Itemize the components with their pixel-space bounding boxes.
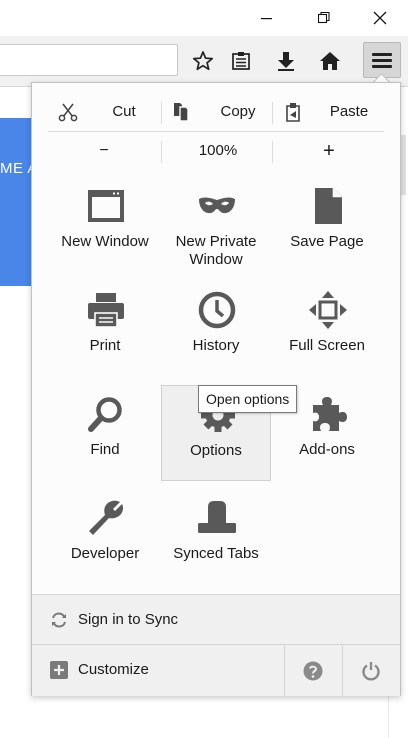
copy-label: Copy xyxy=(220,103,256,120)
hamburger-menu-icon xyxy=(372,53,392,68)
reading-list-button[interactable] xyxy=(227,47,255,75)
help-button[interactable] xyxy=(284,645,340,696)
restore-button[interactable] xyxy=(295,0,352,36)
full-screen-label: Full Screen xyxy=(289,337,365,354)
minimize-button[interactable] xyxy=(238,0,295,36)
restore-icon xyxy=(317,12,330,24)
sign-in-sync-button[interactable]: Sign in to Sync xyxy=(32,594,400,645)
home-button[interactable] xyxy=(316,47,344,75)
cut-button[interactable]: Cut xyxy=(48,93,160,131)
synced-tabs-button[interactable]: Synced Tabs xyxy=(161,489,271,585)
synced-tabs-icon xyxy=(198,501,236,533)
full-screen-button[interactable]: Full Screen xyxy=(272,281,382,377)
private-mask-icon xyxy=(199,197,235,214)
cut-label: Cut xyxy=(112,103,136,120)
open-menu-button[interactable] xyxy=(363,42,401,78)
edit-controls: Cut Copy Paste xyxy=(48,93,384,131)
paste-button[interactable]: Paste xyxy=(273,93,385,131)
history-button[interactable]: History xyxy=(161,281,271,377)
addons-puzzle-icon xyxy=(313,397,347,431)
print-label: Print xyxy=(89,337,121,354)
quit-button[interactable] xyxy=(342,645,398,696)
bookmark-star-icon xyxy=(192,51,214,71)
help-question-icon xyxy=(303,661,322,680)
save-page-button[interactable]: Save Page xyxy=(272,177,382,273)
reading-list-icon xyxy=(232,52,250,70)
options-label: Options xyxy=(190,442,242,459)
new-window-label: New Window xyxy=(61,233,149,250)
synced-tabs-label: Synced Tabs xyxy=(173,545,259,562)
customize-plus-icon xyxy=(50,661,68,679)
full-screen-icon xyxy=(309,291,347,329)
zoom-controls: − 100% + xyxy=(48,132,384,170)
new-private-window-label: New Private Window xyxy=(175,233,257,268)
download-icon xyxy=(278,52,294,71)
copy-icon xyxy=(174,103,189,122)
footer-bar: Customize xyxy=(32,644,400,696)
close-button[interactable] xyxy=(351,0,408,36)
print-button[interactable]: Print xyxy=(50,281,160,377)
nav-toolbar xyxy=(0,36,408,87)
zoom-reset-button[interactable]: 100% xyxy=(162,132,274,170)
bookmark-button[interactable] xyxy=(189,47,217,75)
customize-button[interactable]: Customize xyxy=(32,645,282,696)
home-icon xyxy=(320,52,340,70)
options-tooltip: Open options xyxy=(198,385,298,413)
close-icon xyxy=(373,11,386,25)
cut-scissors-icon xyxy=(58,103,78,122)
find-button[interactable]: Find xyxy=(50,385,160,481)
find-label: Find xyxy=(90,441,120,458)
printer-icon xyxy=(88,293,124,328)
new-window-button[interactable]: New Window xyxy=(50,177,160,273)
customize-label: Customize xyxy=(78,661,149,678)
paste-label: Paste xyxy=(329,103,369,120)
find-magnifier-icon xyxy=(88,397,122,432)
zoom-out-button[interactable]: − xyxy=(48,132,160,170)
save-page-icon xyxy=(315,188,342,224)
history-label: History xyxy=(192,337,240,354)
sign-in-sync-label: Sign in to Sync xyxy=(78,611,179,628)
paste-clipboard-icon xyxy=(286,103,300,122)
new-window-icon xyxy=(88,190,124,222)
developer-wrench-icon xyxy=(89,500,123,535)
developer-label: Developer xyxy=(70,545,140,562)
minimize-icon xyxy=(260,18,272,20)
sync-icon xyxy=(52,612,66,628)
history-clock-icon xyxy=(198,291,236,329)
power-icon xyxy=(361,661,380,680)
title-bar xyxy=(0,0,408,36)
developer-button[interactable]: Developer xyxy=(50,489,160,585)
downloads-button[interactable] xyxy=(272,47,300,75)
url-bar[interactable] xyxy=(0,44,178,76)
zoom-in-button[interactable]: + xyxy=(273,132,385,170)
new-private-window-button[interactable]: New Private Window xyxy=(161,177,271,273)
save-page-label: Save Page xyxy=(290,233,364,250)
copy-button[interactable]: Copy xyxy=(162,93,274,131)
addons-label: Add-ons xyxy=(299,441,355,458)
